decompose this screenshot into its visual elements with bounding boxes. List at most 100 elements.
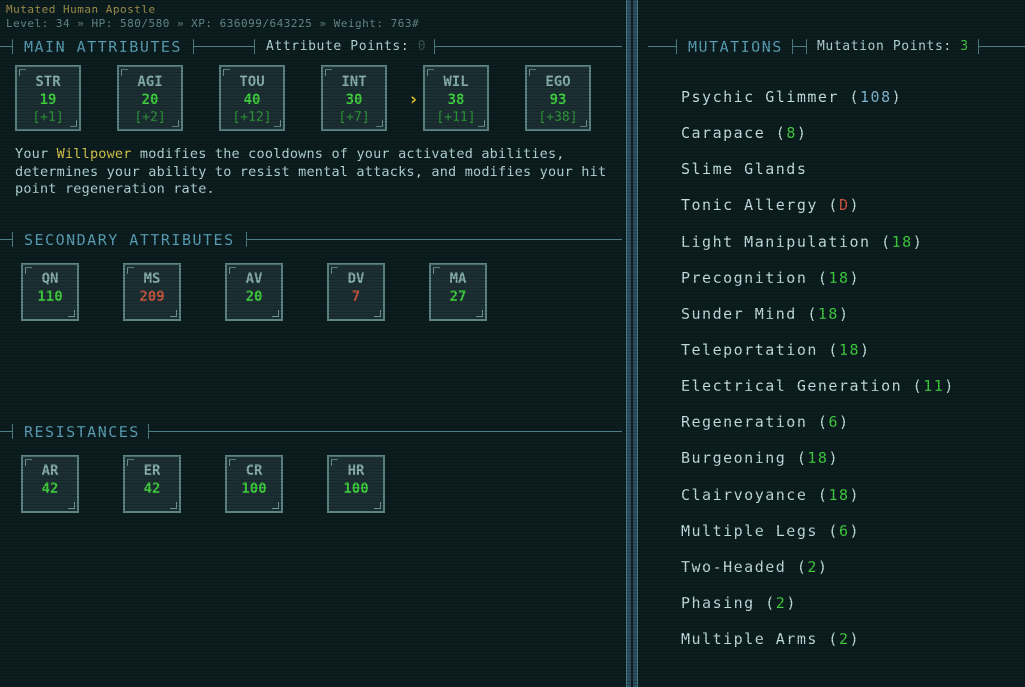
mutation-level: 11 — [923, 377, 945, 396]
attribute-points-value: 0 — [417, 39, 427, 54]
resistance-ar[interactable]: AR 42 — [21, 455, 79, 513]
resistance-hr[interactable]: HR 100 — [327, 455, 385, 513]
attribute-value: 38 — [447, 92, 465, 108]
section-rule-tick — [806, 39, 807, 54]
mutation-name: Multiple Legs — [681, 521, 818, 540]
resistances-title: RESISTANCES — [24, 423, 140, 441]
mutation-item[interactable]: Two-Headed (2) — [681, 556, 955, 592]
attribute-agi[interactable]: AGI 20 [+2] — [117, 65, 183, 131]
mutation-item[interactable]: Regeneration (6) — [681, 411, 955, 447]
mutation-level: 108 — [860, 88, 892, 106]
attribute-value: 209 — [139, 289, 165, 305]
panel-divider-groove — [631, 0, 633, 687]
mutation-item[interactable]: Tonic Allergy (D) — [681, 194, 955, 230]
mutation-level: 2 — [775, 593, 787, 612]
mutation-name: Multiple Arms — [681, 630, 818, 649]
mutation-item[interactable]: Sunder Mind (18) — [681, 303, 955, 339]
section-rule — [792, 46, 806, 47]
character-stats-line: Level: 34 » HP: 580/580 » XP: 636099/643… — [6, 17, 420, 30]
attribute-points-label: Attribute Points: — [266, 39, 410, 54]
secondary-attribute-dv[interactable]: DV 7 — [327, 263, 385, 321]
section-rule — [648, 46, 676, 47]
resistance-cr[interactable]: CR 100 — [225, 455, 283, 513]
mutation-name: Light Manipulation — [681, 232, 871, 251]
mutation-name: Tonic Allergy — [681, 196, 818, 215]
mutation-level: 18 — [807, 449, 829, 468]
section-rule — [246, 239, 622, 240]
mutation-item[interactable]: Multiple Legs (6) — [681, 520, 955, 556]
mutation-item[interactable]: Teleportation (18) — [681, 339, 955, 375]
attribute-description: Your Willpower modifies the cooldowns of… — [15, 146, 615, 199]
mutation-name: Sunder Mind — [681, 304, 797, 323]
section-rule-tick — [676, 39, 677, 54]
mutation-name: Carapace — [681, 124, 766, 143]
mutation-item[interactable]: Light Manipulation (18) — [681, 231, 955, 267]
secondary-attribute-av[interactable]: AV 20 — [225, 263, 283, 321]
attribute-value: 40 — [243, 92, 261, 108]
resistance-label: AR — [41, 463, 59, 479]
attribute-value: 27 — [449, 289, 467, 305]
section-rule — [193, 46, 254, 47]
mutation-item[interactable]: Psychic Glimmer (108) — [681, 86, 955, 122]
mutations-title: MUTATIONS — [688, 38, 783, 56]
mutation-name: Clairvoyance — [681, 485, 808, 504]
mutation-name: Precognition — [681, 268, 808, 287]
mutation-level: 18 — [828, 268, 850, 287]
section-rule — [0, 431, 12, 432]
attribute-modifier: [+2] — [134, 110, 166, 125]
section-rule-tick — [254, 39, 255, 54]
attribute-label: INT — [341, 74, 367, 90]
attribute-str[interactable]: STR 19 [+1] — [15, 65, 81, 131]
section-rule — [148, 431, 622, 432]
mutation-item[interactable]: Electrical Generation (11) — [681, 375, 955, 411]
attribute-value: 19 — [39, 92, 57, 108]
mutation-item[interactable]: Precognition (18) — [681, 267, 955, 303]
attribute-modifier: [+38] — [538, 110, 578, 125]
attribute-value: 7 — [351, 289, 361, 305]
resistance-label: ER — [143, 463, 161, 479]
section-rule — [978, 46, 1025, 47]
attribute-int[interactable]: INT 30 [+7] — [321, 65, 387, 131]
mutation-list: Psychic Glimmer (108) Carapace (8) Slime G… — [681, 86, 955, 664]
attribute-value: 20 — [141, 92, 159, 108]
resistance-value: 100 — [343, 481, 369, 497]
section-rule-tick — [12, 424, 13, 439]
attribute-label: MA — [449, 271, 467, 287]
resistance-value: 42 — [41, 481, 59, 497]
mutation-item[interactable]: Slime Glands — [681, 158, 955, 194]
mutation-item[interactable]: Phasing (2) — [681, 592, 955, 628]
description-text: Your — [15, 146, 57, 162]
secondary-attribute-ma[interactable]: MA 27 — [429, 263, 487, 321]
section-rule-tick — [12, 39, 13, 54]
mutation-level: 6 — [828, 413, 839, 432]
mutation-name: Burgeoning — [681, 449, 787, 468]
attribute-ego[interactable]: EGO 93 [+38] — [525, 65, 591, 131]
attribute-value: 93 — [549, 92, 567, 108]
mutation-item[interactable]: Carapace (8) — [681, 122, 955, 158]
mutation-level: 2 — [838, 630, 850, 649]
attribute-label: AV — [245, 271, 263, 287]
mutation-name: Psychic Glimmer — [681, 88, 839, 106]
resistance-value: 42 — [143, 481, 161, 497]
secondary-attribute-ms[interactable]: MS 209 — [123, 263, 181, 321]
mutation-level: 18 — [891, 232, 913, 251]
mutation-name: Regeneration — [681, 413, 808, 432]
attribute-tou[interactable]: TOU 40 [+12] — [219, 65, 285, 131]
section-rule — [0, 46, 12, 47]
mutation-item[interactable]: Clairvoyance (18) — [681, 484, 955, 520]
attribute-modifier: [+7] — [338, 110, 370, 125]
mutation-level: D — [838, 196, 850, 215]
mutation-points: Mutation Points: 3 — [817, 39, 969, 55]
attribute-wil[interactable]: WIL 38 [+11] — [423, 65, 489, 131]
resistance-er[interactable]: ER 42 — [123, 455, 181, 513]
section-rule-tick — [12, 232, 13, 247]
mutation-points-label: Mutation Points: — [817, 39, 952, 54]
secondary-attribute-qn[interactable]: QN 110 — [21, 263, 79, 321]
attribute-modifier: [+11] — [436, 110, 476, 125]
attribute-label: WIL — [443, 74, 469, 90]
mutation-item[interactable]: Burgeoning (18) — [681, 447, 955, 483]
attribute-value: 20 — [245, 289, 263, 305]
attribute-value: 110 — [37, 289, 63, 305]
mutation-level: 8 — [786, 124, 797, 143]
mutation-item[interactable]: Multiple Arms (2) — [681, 628, 955, 664]
